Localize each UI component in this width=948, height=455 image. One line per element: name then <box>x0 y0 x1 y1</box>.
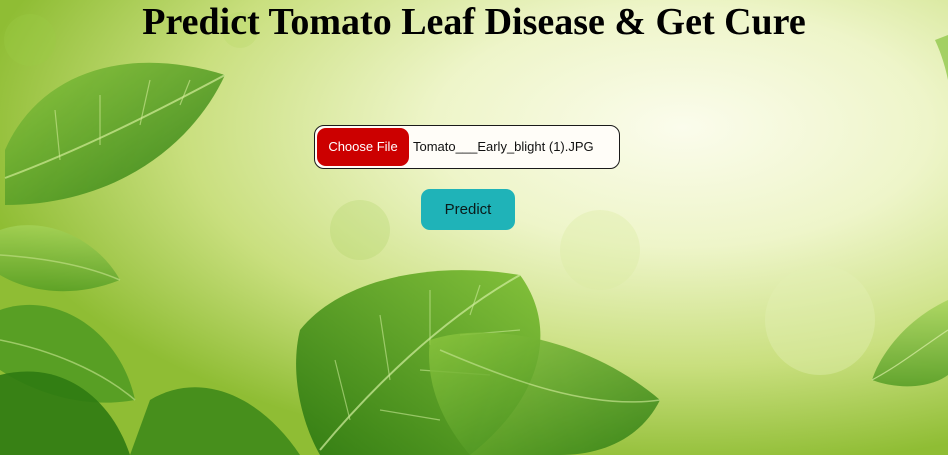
selected-file-name: Tomato___Early_blight (1).JPG <box>413 139 594 154</box>
page-title: Predict Tomato Leaf Disease & Get Cure <box>142 1 806 43</box>
choose-file-button[interactable]: Choose File <box>317 128 409 166</box>
predict-button[interactable]: Predict <box>421 189 515 230</box>
file-input[interactable]: Choose File Tomato___Early_blight (1).JP… <box>314 125 620 169</box>
main-content: Predict Tomato Leaf Disease & Get Cure C… <box>0 0 948 455</box>
